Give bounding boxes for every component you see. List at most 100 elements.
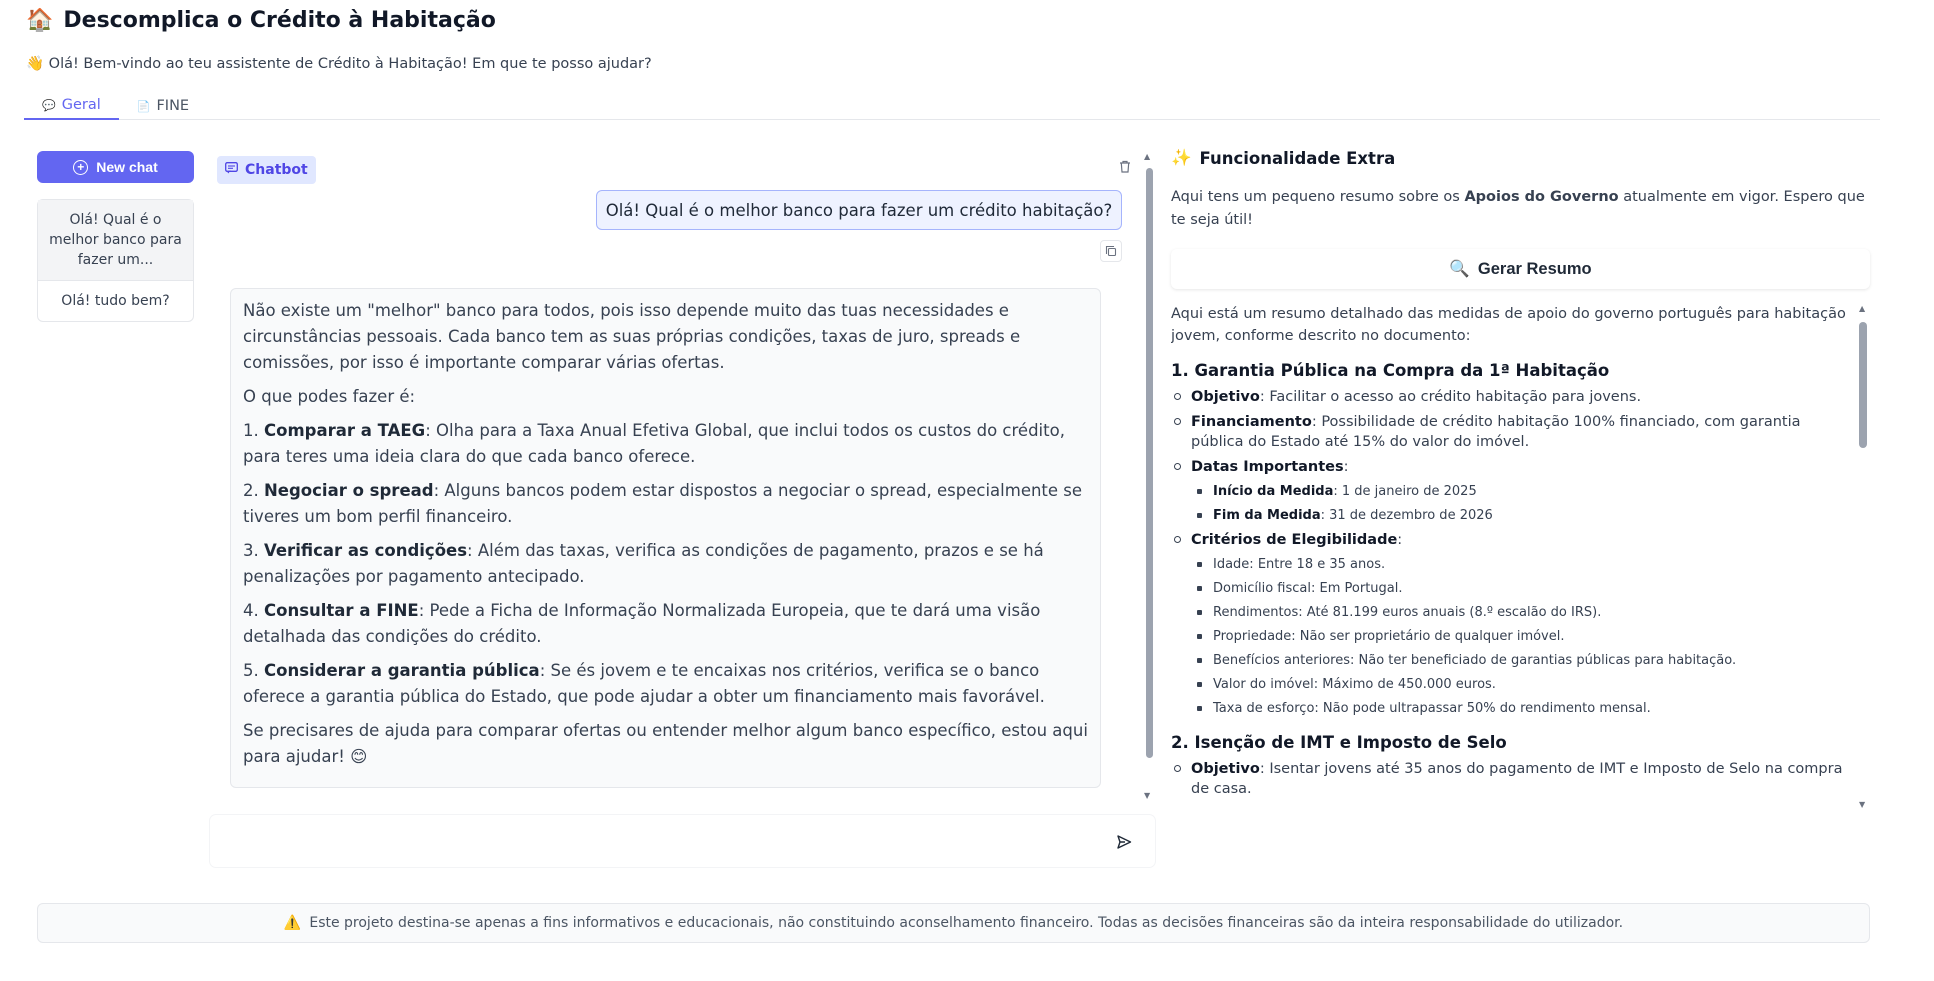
history-item[interactable]: Olá! Qual é o melhor banco para fazer um…: [38, 200, 193, 281]
item-text: :: [1397, 532, 1403, 548]
criteria-item: Taxa de esforço: Não pode ultrapassar 50…: [1171, 699, 1851, 719]
tab-geral[interactable]: 💬 Geral: [24, 92, 119, 120]
item-number: 5.: [243, 661, 259, 680]
summary-section-title: 2. Isenção de IMT e Imposto de Selo: [1171, 733, 1507, 752]
tab-label: FINE: [156, 98, 190, 114]
chat-icon: [225, 162, 238, 178]
clear-chat-button[interactable]: [1115, 156, 1135, 176]
bot-list-item: 1. Comparar a TAEG: Olha para a Taxa Anu…: [243, 418, 1088, 470]
item-text: : Facilitar o acesso ao crédito habitaçã…: [1259, 389, 1642, 405]
extra-description: Aqui tens um pequeno resumo sobre os Apo…: [1171, 186, 1871, 232]
item-text: : 1 de janeiro de 2025: [1333, 484, 1477, 499]
scroll-up-icon[interactable]: ▲: [1859, 304, 1865, 313]
scrollbar-thumb[interactable]: [1859, 322, 1867, 448]
criteria-item: Rendimentos: Até 81.199 euros anuais (8.…: [1171, 603, 1851, 623]
house-icon: 🏠: [26, 8, 54, 33]
summary-item: Financiamento: Possibilidade de crédito …: [1171, 412, 1851, 452]
item-label: Financiamento: [1191, 414, 1312, 430]
criteria-item: Propriedade: Não ser proprietário de qua…: [1171, 627, 1851, 647]
item-number: 2.: [243, 481, 259, 500]
scroll-down-icon[interactable]: ▼: [1144, 791, 1150, 800]
bot-list-item: 3. Verificar as condições: Além das taxa…: [243, 538, 1088, 590]
chatbot-label: Chatbot: [217, 156, 316, 184]
copy-button[interactable]: [1100, 240, 1122, 262]
item-text: : Isentar jovens até 35 anos do pagament…: [1191, 761, 1843, 797]
item-label: Início da Medida: [1213, 484, 1334, 499]
app-title-text: Descomplica o Crédito à Habitação: [63, 8, 496, 33]
summary-item: Objetivo: Facilitar o acesso ao crédito …: [1171, 387, 1851, 407]
welcome-text: Olá! Bem-vindo ao teu assistente de Créd…: [48, 56, 652, 72]
summary-content: Aqui está um resumo detalhado das medida…: [1171, 303, 1851, 803]
summary-item: Datas Importantes:: [1171, 457, 1851, 477]
item-label: Datas Importantes: [1191, 459, 1344, 475]
criteria-item: Domicílio fiscal: Em Portugal.: [1171, 579, 1851, 599]
generate-summary-label: Gerar Resumo: [1477, 259, 1592, 278]
welcome-subtitle: 👋 Olá! Bem-vindo ao teu assistente de Cr…: [26, 55, 652, 72]
plus-circle-icon: +: [73, 159, 89, 175]
item-label: Critérios de Elegibilidade: [1191, 532, 1398, 548]
scroll-down-icon[interactable]: ▼: [1859, 800, 1865, 809]
send-button[interactable]: [1113, 831, 1135, 853]
speech-bubble-icon: 💬: [42, 98, 56, 112]
summary-item: Objetivo: Isentar jovens até 35 anos do …: [1171, 759, 1851, 799]
extra-title: ✨ Funcionalidade Extra: [1171, 148, 1395, 168]
item-text: : 31 de dezembro de 2026: [1320, 508, 1493, 523]
item-title: Verificar as condições: [264, 541, 468, 560]
message-input[interactable]: [210, 815, 1155, 867]
item-title: Comparar a TAEG: [264, 421, 426, 440]
copy-icon: [1105, 245, 1117, 257]
new-chat-label: New chat: [96, 159, 158, 175]
bot-list-item: 5. Considerar a garantia pública: Se és …: [243, 658, 1088, 710]
tab-label: Geral: [61, 97, 101, 113]
extra-title-text: Funcionalidade Extra: [1199, 148, 1396, 168]
bot-message: Não existe um "melhor" banco para todos,…: [230, 288, 1101, 788]
bot-list-item: 2. Negociar o spread: Alguns bancos pode…: [243, 478, 1088, 530]
item-label: Objetivo: [1191, 389, 1260, 405]
summary-section-title: 1. Garantia Pública na Compra da 1ª Habi…: [1171, 361, 1610, 380]
item-label: Objetivo: [1191, 761, 1260, 777]
summary-subitem: Início da Medida: 1 de janeiro de 2025: [1171, 482, 1851, 502]
bot-lead: O que podes fazer é:: [243, 387, 416, 406]
tab-bar: 💬 Geral 📄 FINE: [24, 92, 1880, 120]
summary-subitem: Fim da Medida: 31 de dezembro de 2026: [1171, 506, 1851, 526]
criteria-item: Idade: Entre 18 e 35 anos.: [1171, 555, 1851, 575]
user-message: Olá! Qual é o melhor banco para fazer um…: [596, 190, 1122, 230]
bot-list-item: 4. Consultar a FINE: Pede a Ficha de Inf…: [243, 598, 1088, 650]
generate-summary-button[interactable]: 🔍 Gerar Resumo: [1171, 249, 1870, 289]
item-title: Negociar o spread: [264, 481, 434, 500]
magnifier-icon: 🔍: [1449, 259, 1470, 278]
bot-outro: Se precisares de ajuda para comparar ofe…: [243, 721, 1088, 766]
item-text: :: [1343, 459, 1349, 475]
chatbot-panel: Chatbot Olá! Qual é o melhor banco para …: [210, 150, 1155, 800]
desc-bold: Apoios do Governo: [1464, 189, 1619, 205]
disclaimer-text: Este projeto destina-se apenas a fins in…: [309, 915, 1624, 931]
item-number: 1.: [243, 421, 259, 440]
item-label: Fim da Medida: [1213, 508, 1321, 523]
criteria-item: Benefícios anteriores: Não ter beneficia…: [1171, 651, 1851, 671]
chat-history-list: Olá! Qual é o melhor banco para fazer um…: [37, 199, 194, 322]
new-chat-button[interactable]: + New chat: [37, 151, 194, 183]
item-number: 4.: [243, 601, 259, 620]
send-icon: [1117, 835, 1132, 849]
chatbot-label-text: Chatbot: [245, 162, 308, 178]
history-item[interactable]: Olá! tudo bem?: [38, 281, 193, 321]
item-number: 3.: [243, 541, 259, 560]
tab-fine[interactable]: 📄 FINE: [119, 92, 207, 120]
sparkles-icon: ✨: [1171, 148, 1192, 167]
trash-icon: [1120, 160, 1130, 173]
summary-item: Critérios de Elegibilidade:: [1171, 530, 1851, 550]
item-title: Consultar a FINE: [264, 601, 419, 620]
document-icon: 📄: [136, 99, 151, 113]
app-title: 🏠 Descomplica o Crédito à Habitação: [26, 8, 496, 33]
scroll-up-icon[interactable]: ▲: [1144, 152, 1150, 161]
desc-text: Aqui tens um pequeno resumo sobre os: [1171, 189, 1465, 205]
criteria-item: Valor do imóvel: Máximo de 450.000 euros…: [1171, 675, 1851, 695]
summary-intro: Aqui está um resumo detalhado das medida…: [1171, 306, 1846, 344]
item-title: Considerar a garantia pública: [264, 661, 540, 680]
disclaimer-banner: ⚠️ Este projeto destina-se apenas a fins…: [37, 903, 1870, 943]
chat-scrollbar[interactable]: ▲ ▼: [1143, 152, 1155, 800]
warning-icon: ⚠️: [283, 915, 302, 931]
bot-intro: Não existe um "melhor" banco para todos,…: [243, 301, 1021, 372]
summary-scrollbar[interactable]: ▲ ▼: [1858, 304, 1868, 809]
scrollbar-thumb[interactable]: [1146, 168, 1153, 758]
